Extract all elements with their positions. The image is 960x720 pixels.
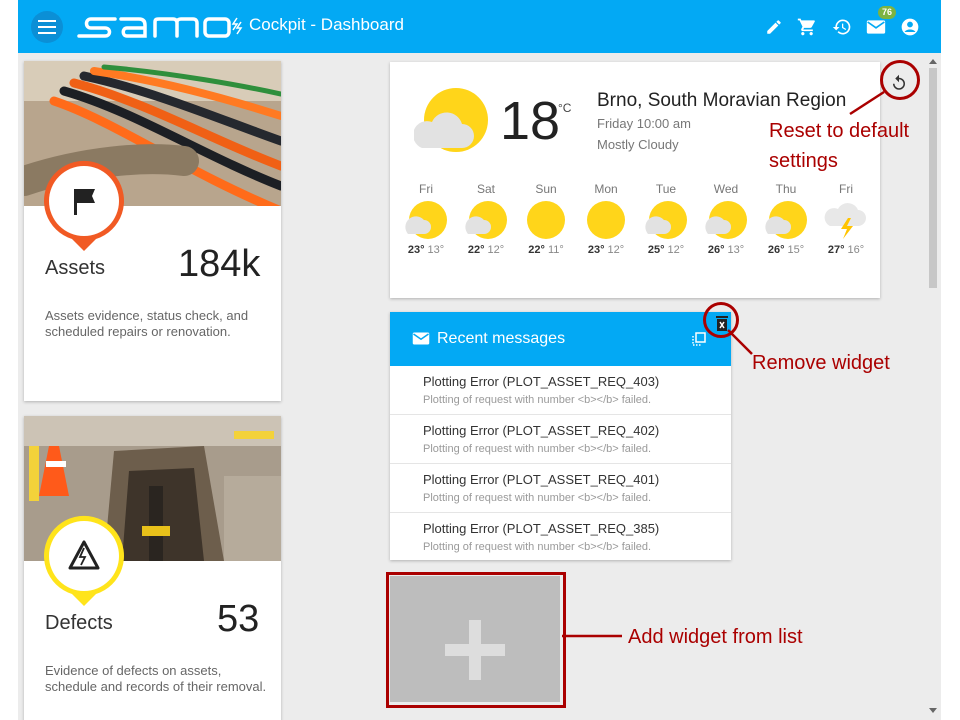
partly-cloudy-icon xyxy=(765,201,807,239)
edit-button[interactable] xyxy=(763,16,785,38)
defects-label: Defects xyxy=(45,612,113,634)
reset-callout-line xyxy=(849,90,885,116)
scroll-down-arrow[interactable] xyxy=(929,708,937,714)
remove-callout-text: Remove widget xyxy=(752,352,890,374)
top-app-bar: Cockpit - Dashboard 76 xyxy=(18,0,941,53)
cart-button[interactable] xyxy=(796,16,818,38)
defects-description: Evidence of defects on assets, schedule … xyxy=(45,663,267,694)
thunderstorm-icon xyxy=(824,203,866,239)
recent-messages-widget: Recent messages Plotting Error (PLOT_ASS… xyxy=(390,312,731,560)
sunny-icon xyxy=(527,201,565,239)
open-in-new-icon xyxy=(692,332,706,346)
forecast-day: Fri 23° 13° xyxy=(396,182,456,256)
messages-header: Recent messages xyxy=(390,312,731,366)
defects-marker xyxy=(42,514,126,615)
mail-icon xyxy=(412,332,430,345)
pencil-icon xyxy=(767,20,781,34)
weather-location: Brno, South Moravian Region xyxy=(597,90,847,111)
scrollbar-thumb[interactable] xyxy=(929,68,937,288)
partly-cloudy-icon xyxy=(645,201,687,239)
history-icon xyxy=(832,19,851,35)
assets-value: 184k xyxy=(178,243,261,285)
add-callout-line xyxy=(562,634,622,638)
forecast-day: Sat 22° 12° xyxy=(456,182,516,256)
forecast-day: Thu 26° 15° xyxy=(756,182,816,256)
mail-badge: 76 xyxy=(878,6,897,19)
mail-button[interactable] xyxy=(865,16,887,38)
temperature-unit: °C xyxy=(558,101,572,115)
cart-icon xyxy=(797,18,815,36)
defects-value: 53 xyxy=(217,598,260,640)
menu-icon xyxy=(38,20,56,34)
scrollbar[interactable] xyxy=(927,58,939,718)
forecast-day: Tue 25° 12° xyxy=(636,182,696,256)
defects-card[interactable]: Defects 53 Evidence of defects on assets… xyxy=(24,416,281,720)
message-item[interactable]: Plotting Error (PLOT_ASSET_REQ_385) Plot… xyxy=(390,513,731,561)
sunny-icon xyxy=(587,201,625,239)
partly-cloudy-icon xyxy=(465,201,507,239)
forecast-day: Sun 22° 11° xyxy=(516,182,576,256)
menu-button[interactable] xyxy=(31,11,63,43)
message-item[interactable]: Plotting Error (PLOT_ASSET_REQ_403) Plot… xyxy=(390,366,731,415)
weather-datetime: Friday 10:00 am xyxy=(597,116,691,131)
weather-widget: 18 °C Brno, South Moravian Region Friday… xyxy=(390,62,905,298)
mostly-cloudy-icon xyxy=(414,88,488,152)
reset-callout-text-2: settings xyxy=(769,150,838,172)
add-callout-text: Add widget from list xyxy=(628,626,803,648)
assets-marker xyxy=(42,159,126,260)
add-callout-box xyxy=(386,572,566,708)
reset-callout-text: Reset to default xyxy=(769,120,910,142)
partly-cloudy-icon xyxy=(405,201,447,239)
assets-label: Assets xyxy=(45,257,106,279)
forecast-day: Fri 27° 16° xyxy=(816,182,876,256)
weather-condition: Mostly Cloudy xyxy=(597,137,679,152)
current-temperature: 18 xyxy=(500,91,561,151)
samo-logo xyxy=(73,10,243,49)
partly-cloudy-icon xyxy=(705,201,747,239)
account-icon xyxy=(901,18,919,36)
mail-icon xyxy=(866,20,886,34)
assets-description: Assets evidence, status check, and sched… xyxy=(45,308,249,339)
forecast-day: Wed 26° 13° xyxy=(696,182,756,256)
message-item[interactable]: Plotting Error (PLOT_ASSET_REQ_402) Plot… xyxy=(390,415,731,464)
account-button[interactable] xyxy=(899,16,921,38)
page-title: Cockpit - Dashboard xyxy=(249,15,404,34)
message-item[interactable]: Plotting Error (PLOT_ASSET_REQ_401) Plot… xyxy=(390,464,731,513)
history-button[interactable] xyxy=(831,16,853,38)
open-messages-button[interactable] xyxy=(690,330,710,350)
forecast-day: Mon 23° 12° xyxy=(576,182,636,256)
messages-title: Recent messages xyxy=(437,330,566,347)
assets-card[interactable]: Assets 184k Assets evidence, status chec… xyxy=(24,61,281,401)
scroll-up-arrow[interactable] xyxy=(929,58,937,64)
